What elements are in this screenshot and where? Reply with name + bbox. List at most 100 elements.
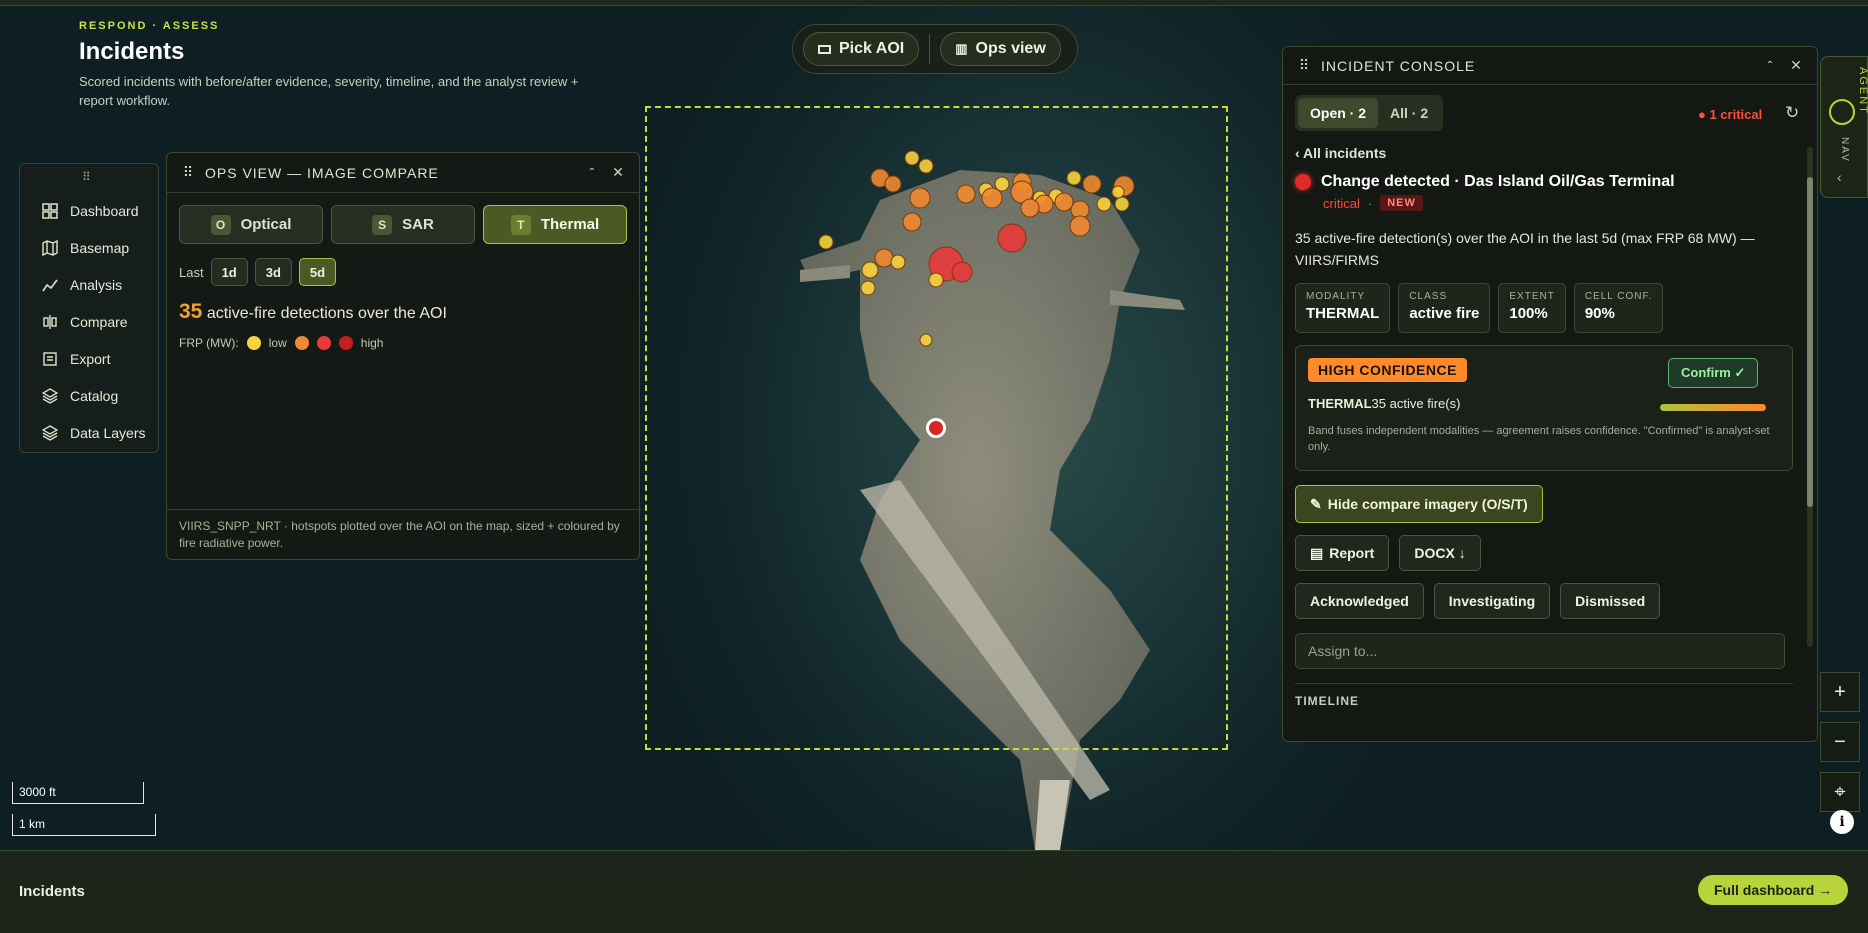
full-dashboard-button[interactable]: Full dashboard → xyxy=(1698,875,1849,905)
critical-count: ● 1 critical xyxy=(1698,107,1763,122)
confidence-note: Band fuses independent modalities — agre… xyxy=(1308,425,1770,453)
tab-label: Optical xyxy=(240,216,292,233)
sidebar-item-dashboard[interactable]: Dashboard xyxy=(20,192,158,229)
compare-icon xyxy=(43,314,57,329)
collapse-icon[interactable]: ˆ xyxy=(583,165,601,181)
frp-mid-swatch xyxy=(294,336,309,350)
tab-label: SAR xyxy=(402,216,434,233)
metric-value: 90% xyxy=(1584,305,1615,322)
all-incidents-link[interactable]: ‹ All incidents xyxy=(1295,145,1793,161)
metric-label: MODALITY xyxy=(1306,291,1366,302)
frp-low-swatch xyxy=(246,336,261,350)
filter-open[interactable]: Open · 2 xyxy=(1298,98,1379,128)
confirm-button[interactable]: Confirm ✓ xyxy=(1668,358,1759,388)
status-investigating-button[interactable]: Investigating xyxy=(1433,583,1551,619)
info-icon[interactable]: i xyxy=(1830,810,1854,834)
sidebar-item-data-layers[interactable]: Data Layers xyxy=(20,414,158,451)
sidebar-item-catalog[interactable]: Catalog xyxy=(20,377,158,414)
ribbon-title: Incidents xyxy=(19,883,85,900)
frp-low-label: low xyxy=(268,336,287,350)
side-tab[interactable]: NAV ‹ AGENT xyxy=(1820,56,1868,198)
metric-card: CELL CONF. 90% xyxy=(1573,283,1664,333)
report-label: Report xyxy=(1329,545,1375,561)
tab-thermal[interactable]: T Thermal xyxy=(483,205,627,244)
modality-tabs: O Optical S SAR T Thermal xyxy=(167,193,639,244)
frp-label: FRP (MW): xyxy=(179,336,239,350)
metric-value: THERMAL xyxy=(1306,305,1380,322)
detection-summary: 35 active-fire detections over the AOI xyxy=(167,300,639,324)
dashboard-icon xyxy=(42,202,58,219)
refresh-icon[interactable]: ↻ xyxy=(1785,103,1799,123)
metric-card: EXTENT 100% xyxy=(1498,283,1566,333)
frp-high-label: high xyxy=(360,336,384,350)
sidebar-item-label: Dashboard xyxy=(70,202,139,219)
toolbar-divider xyxy=(929,34,931,64)
tab-optical[interactable]: O Optical xyxy=(179,205,323,244)
page-eyebrow: RESPOND · ASSESS xyxy=(79,20,220,32)
metric-value: 100% xyxy=(1509,305,1548,322)
detection-count: 35 xyxy=(179,300,203,323)
detection-text: active-fire detections over the AOI xyxy=(206,305,447,322)
console-scrollbar[interactable] xyxy=(1807,147,1813,647)
meta-separator: · xyxy=(1367,195,1373,211)
layers-icon xyxy=(42,387,58,404)
top-accent-line xyxy=(0,0,1868,6)
locate-button[interactable]: ⌖ xyxy=(1820,772,1860,812)
sidebar-item-compare[interactable]: Compare xyxy=(20,303,158,340)
sidebar-item-export[interactable]: Export xyxy=(20,340,158,377)
zoom-in-button[interactable]: + xyxy=(1820,672,1860,712)
sidebar-item-basemap[interactable]: Basemap xyxy=(20,229,158,266)
hide-compare-button[interactable]: ✎ Hide compare imagery (O/S/T) xyxy=(1295,485,1543,523)
drag-handle-icon[interactable]: ⠿ xyxy=(179,164,197,181)
sidebar-item-analysis[interactable]: Analysis xyxy=(20,266,158,303)
drag-handle-icon[interactable]: ⠿ xyxy=(1295,57,1313,74)
range-1d-button[interactable]: 1d xyxy=(210,258,248,286)
metric-value: active fire xyxy=(1409,305,1480,322)
zoom-out-button[interactable]: − xyxy=(1820,722,1860,762)
pick-aoi-button[interactable]: Pick AOI xyxy=(803,32,920,66)
status-dismissed-button[interactable]: Dismissed xyxy=(1560,583,1661,619)
filter-all[interactable]: All · 2 xyxy=(1378,98,1440,128)
tab-sar[interactable]: S SAR xyxy=(331,205,475,244)
timeline-heading: TIMELINE xyxy=(1295,683,1793,708)
incident-metrics: MODALITY THERMAL CLASS active fire EXTENT 1… xyxy=(1295,283,1793,333)
metric-label: CLASS xyxy=(1409,291,1448,302)
status-acknowledged-button[interactable]: Acknowledged xyxy=(1295,583,1424,619)
page-subtitle: Scored incidents with before/after evide… xyxy=(79,74,579,108)
chevron-left-icon[interactable]: ‹ xyxy=(1837,169,1842,185)
layers-icon xyxy=(42,424,58,441)
confidence-bar xyxy=(1660,404,1766,411)
compass-icon[interactable] xyxy=(1829,99,1855,125)
collapse-icon[interactable]: ˆ xyxy=(1761,58,1779,74)
bottom-ribbon: Incidents Full dashboard → xyxy=(0,850,1868,933)
tab-key: O xyxy=(210,214,231,235)
sidebar-item-label: Compare xyxy=(70,313,128,330)
report-button[interactable]: ▤ Report xyxy=(1295,535,1390,571)
incident-console: ⠿ INCIDENT CONSOLE ˆ ✕ Open · 2 All · 2 … xyxy=(1282,46,1818,742)
modality-name: THERMAL xyxy=(1308,396,1372,411)
sidebar-item-label: Export xyxy=(70,350,111,367)
range-3d-button[interactable]: 3d xyxy=(254,258,292,286)
page-title: Incidents xyxy=(79,38,185,65)
agent-tab-label[interactable]: AGENT xyxy=(1857,67,1868,115)
close-icon[interactable]: ✕ xyxy=(609,164,627,181)
scrollbar-thumb[interactable] xyxy=(1807,177,1813,507)
incident-marker[interactable] xyxy=(926,418,946,438)
sidebar-item-label: Basemap xyxy=(70,239,130,256)
map-toolbar: Pick AOI ▥ Ops view xyxy=(792,24,1078,74)
assign-input[interactable]: Assign to... xyxy=(1295,633,1785,669)
docx-button[interactable]: DOCX ↓ xyxy=(1399,535,1481,571)
scale-bar-km: 1 km xyxy=(12,814,156,836)
close-icon[interactable]: ✕ xyxy=(1787,57,1805,74)
drag-handle-icon[interactable]: ⠿ xyxy=(82,170,91,184)
sidebar-nav: ⠿ Dashboard Basemap Analysis Compare Export C… xyxy=(19,163,159,453)
ops-view-panel: ⠿ OPS VIEW — IMAGE COMPARE ˆ ✕ O Optical … xyxy=(166,152,641,560)
incident-title: Change detected · Das Island Oil/Gas Ter… xyxy=(1321,173,1675,190)
ops-view-button[interactable]: ▥ Ops view xyxy=(940,32,1061,66)
range-5d-button[interactable]: 5d xyxy=(298,258,337,286)
rectangle-icon xyxy=(818,44,831,54)
frp-high-swatch xyxy=(316,336,331,350)
incident-filter: Open · 2 All · 2 xyxy=(1295,95,1444,131)
nav-tab-label[interactable]: NAV xyxy=(1839,137,1850,163)
metric-label: EXTENT xyxy=(1509,291,1555,302)
